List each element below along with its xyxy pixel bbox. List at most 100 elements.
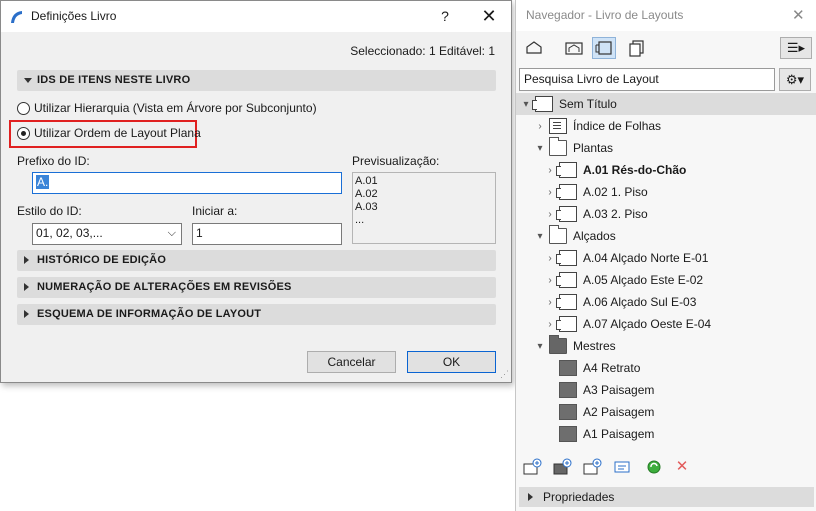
tree-item-label: A.01 Rés-do-Chão xyxy=(583,163,687,177)
search-input[interactable]: Pesquisa Livro de Layout xyxy=(519,68,775,91)
view-map-button[interactable] xyxy=(562,37,586,59)
layout-icon xyxy=(556,184,577,200)
tree-item-label: Índice de Folhas xyxy=(573,119,662,133)
start-label: Iniciar a: xyxy=(192,204,238,218)
tree-item-layout[interactable]: › A.07 Alçado Oeste E-04 xyxy=(544,313,711,335)
selection-status: Seleccionado: 1 Editável: 1 xyxy=(350,44,495,58)
close-button[interactable]: ✕ xyxy=(477,5,501,27)
tree-folder-mestres[interactable]: ▾ Mestres xyxy=(534,335,616,357)
search-placeholder: Pesquisa Livro de Layout xyxy=(524,72,659,86)
properties-header[interactable]: Propriedades xyxy=(519,487,814,507)
navigator-close-button[interactable]: ✕ xyxy=(792,6,805,24)
new-layout-button[interactable] xyxy=(582,458,602,476)
master-layout-icon xyxy=(559,404,577,420)
collapsed-arrow-icon[interactable]: › xyxy=(544,209,556,220)
expanded-arrow-icon[interactable]: ▾ xyxy=(534,341,546,352)
collapse-triangle-icon xyxy=(24,78,32,83)
search-settings-button[interactable]: ⚙▾ xyxy=(779,68,811,91)
menu-icon: ☰▸ xyxy=(786,40,806,55)
tree-item-label: Alçados xyxy=(573,229,616,243)
collapsed-arrow-icon[interactable]: › xyxy=(534,121,546,132)
update-button[interactable] xyxy=(644,458,664,476)
tree-item-master[interactable]: A4 Retrato xyxy=(544,357,640,379)
collapsed-arrow-icon[interactable]: › xyxy=(544,319,556,330)
radio-flat-order[interactable]: Utilizar Ordem de Layout Plana xyxy=(17,126,201,140)
expand-triangle-icon xyxy=(24,256,29,264)
prefix-input[interactable]: A. xyxy=(32,172,342,194)
ok-button[interactable]: OK xyxy=(407,351,496,373)
settings-button[interactable] xyxy=(612,458,632,476)
style-select[interactable]: 01, 02, 03,... ⌵ xyxy=(32,223,182,245)
tree-item-layout[interactable]: › A.01 Rés-do-Chão xyxy=(544,159,686,181)
publisher-sets-button[interactable] xyxy=(624,37,648,59)
layout-icon xyxy=(556,294,577,310)
section-scheme-header[interactable]: ESQUEMA DE INFORMAÇÃO DE LAYOUT xyxy=(17,304,496,325)
tree-item-layout[interactable]: › A.02 1. Piso xyxy=(544,181,648,203)
resize-grip-icon[interactable]: ⋰ xyxy=(500,369,509,380)
tree-folder-plantas[interactable]: ▾ Plantas xyxy=(534,137,613,159)
project-map-button[interactable] xyxy=(522,37,546,59)
section-history-header[interactable]: HISTÓRICO DE EDIÇÃO xyxy=(17,250,496,271)
help-button[interactable]: ? xyxy=(435,6,455,26)
book-settings-dialog: Definições Livro ? ✕ Seleccionado: 1 Edi… xyxy=(0,0,512,383)
radio-hierarchy[interactable]: Utilizar Hierarquia (Vista em Árvore por… xyxy=(17,101,317,115)
tree-item-root[interactable]: ▾ Sem Título xyxy=(520,93,617,115)
collapsed-arrow-icon[interactable]: › xyxy=(544,297,556,308)
tree-item-index[interactable]: › Índice de Folhas xyxy=(534,115,661,137)
tree-item-master[interactable]: A2 Paisagem xyxy=(544,401,654,423)
layout-icon xyxy=(556,250,577,266)
expand-triangle-icon xyxy=(24,283,29,291)
tree-item-label: A.02 1. Piso xyxy=(583,185,648,199)
expanded-arrow-icon[interactable]: ▾ xyxy=(534,143,546,154)
tree-item-label: Plantas xyxy=(573,141,614,155)
radio-selected-icon[interactable] xyxy=(17,126,30,140)
layout-book-button[interactable] xyxy=(592,37,616,59)
master-layout-icon xyxy=(559,426,577,442)
collapsed-arrow-icon[interactable]: › xyxy=(544,187,556,198)
collapsed-arrow-icon[interactable]: › xyxy=(544,275,556,286)
delete-button[interactable]: ✕ xyxy=(672,458,692,476)
navigator-panel: Navegador - Livro de Layouts ✕ ☰▸ Pesqui… xyxy=(515,0,816,511)
preview-line: ... xyxy=(355,214,365,226)
style-label: Estilo do ID: xyxy=(17,204,82,218)
house-icon xyxy=(526,41,542,54)
folder-icon xyxy=(549,137,567,156)
section-revisions-label: NUMERAÇÃO DE ALTERAÇÕES EM REVISÕES xyxy=(37,281,292,293)
tree-folder-alcados[interactable]: ▾ Alçados xyxy=(534,225,616,247)
tree-item-master[interactable]: A1 Paisagem xyxy=(544,423,654,445)
preview-label: Previsualização: xyxy=(352,154,440,168)
folder-icon xyxy=(549,225,567,244)
radio-flat-label: Utilizar Ordem de Layout Plana xyxy=(34,126,201,140)
tree-item-layout[interactable]: › A.05 Alçado Este E-02 xyxy=(544,269,703,291)
cancel-button[interactable]: Cancelar xyxy=(307,351,396,373)
view-map-icon xyxy=(565,42,583,55)
tree-item-layout[interactable]: › A.04 Alçado Norte E-01 xyxy=(544,247,708,269)
preview-line: A.02 xyxy=(355,188,378,200)
navigator-title: Navegador - Livro de Layouts xyxy=(526,8,684,22)
tree-item-label: A.06 Alçado Sul E-03 xyxy=(583,295,697,309)
navigator-menu-button[interactable]: ☰▸ xyxy=(780,37,812,59)
expand-triangle-icon xyxy=(24,310,29,318)
section-revisions-header[interactable]: NUMERAÇÃO DE ALTERAÇÕES EM REVISÕES xyxy=(17,277,496,298)
radio-circle-icon[interactable] xyxy=(17,101,30,115)
prefix-label: Prefixo do ID: xyxy=(17,154,90,168)
new-master-button[interactable] xyxy=(552,458,572,476)
start-input[interactable]: 1 xyxy=(192,223,342,245)
tree-item-label: A2 Paisagem xyxy=(583,405,655,419)
tree-item-label: A4 Retrato xyxy=(583,361,641,375)
start-value: 1 xyxy=(196,226,203,240)
collapsed-arrow-icon[interactable]: › xyxy=(544,165,556,176)
tree-item-layout[interactable]: › A.06 Alçado Sul E-03 xyxy=(544,291,696,313)
preview-line: A.03 xyxy=(355,201,378,213)
collapsed-arrow-icon[interactable]: › xyxy=(544,253,556,264)
section-ids-header[interactable]: IDS DE ITENS NESTE LIVRO xyxy=(17,70,496,91)
tree-item-layout[interactable]: › A.03 2. Piso xyxy=(544,203,648,225)
book-icon xyxy=(532,96,553,112)
tree-item-master[interactable]: A3 Paisagem xyxy=(544,379,654,401)
master-layout-icon xyxy=(559,382,577,398)
style-value: 01, 02, 03,... xyxy=(36,226,103,240)
expanded-arrow-icon[interactable]: ▾ xyxy=(520,99,532,110)
expanded-arrow-icon[interactable]: ▾ xyxy=(534,231,546,242)
preview-line: A.01 xyxy=(355,175,378,187)
new-subset-button[interactable] xyxy=(522,458,542,476)
